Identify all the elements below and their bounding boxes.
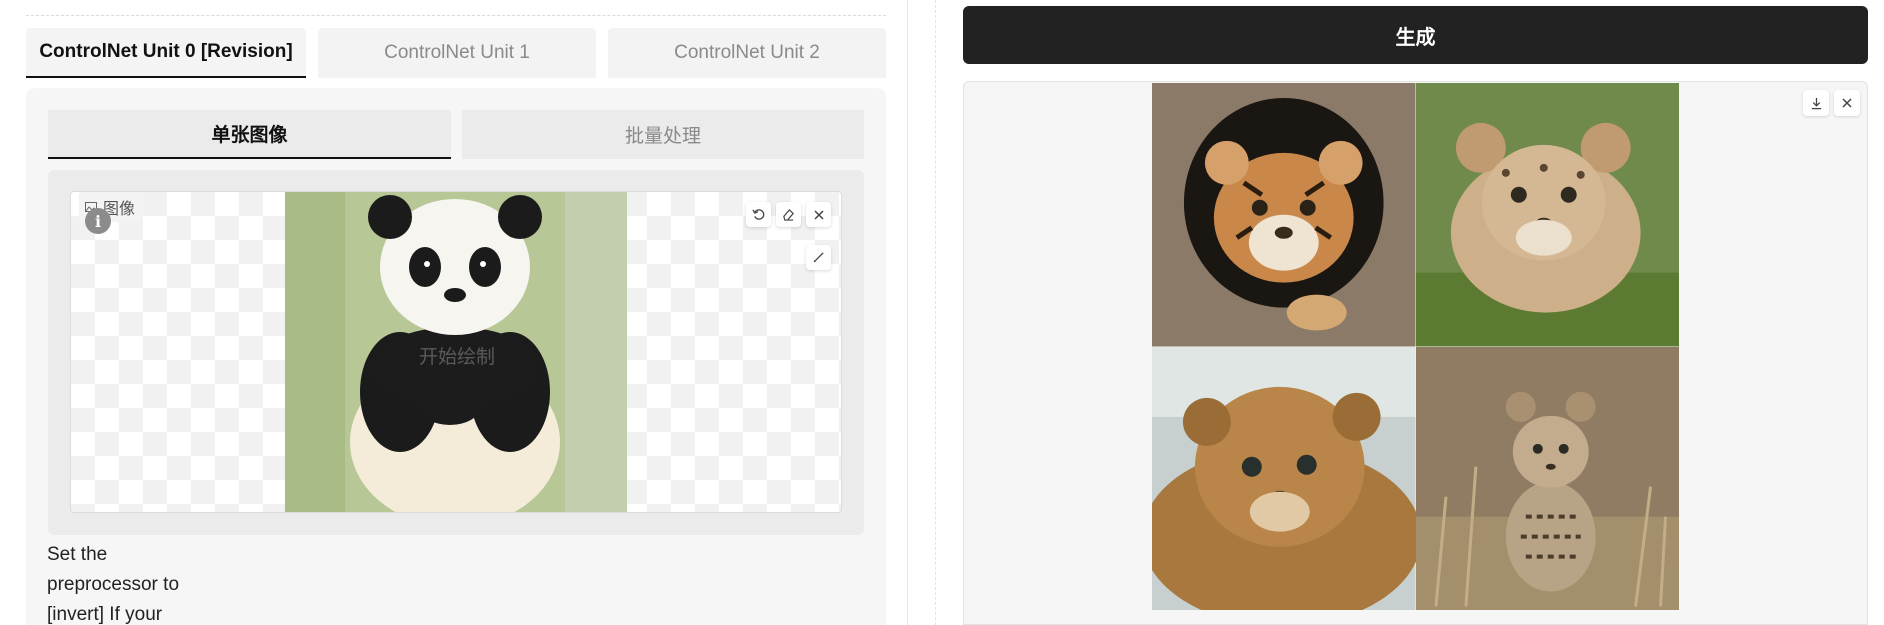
section-divider bbox=[26, 15, 886, 16]
output-image-leopard-cub[interactable] bbox=[1415, 83, 1679, 347]
download-icon[interactable] bbox=[1803, 90, 1829, 116]
image-canvas[interactable]: 图像 i 开始绘制 bbox=[70, 191, 842, 513]
eraser-icon[interactable] bbox=[776, 202, 801, 227]
tab-single-image[interactable]: 单张图像 bbox=[48, 110, 451, 159]
output-image-tiger-cub[interactable] bbox=[1152, 83, 1416, 347]
close-icon[interactable] bbox=[806, 202, 831, 227]
output-image-grid[interactable] bbox=[1152, 83, 1679, 610]
tab-controlnet-unit-0[interactable]: ControlNet Unit 0 [Revision] bbox=[26, 28, 306, 78]
canvas-hint: 开始绘制 bbox=[418, 347, 495, 368]
controlnet-panel: ControlNet Unit 0 [Revision] ControlNet … bbox=[0, 0, 908, 625]
column-divider bbox=[907, 0, 908, 625]
info-icon[interactable]: i bbox=[85, 208, 111, 234]
help-text: Set the preprocessor to [invert] If your bbox=[47, 544, 180, 625]
gallery-close-icon[interactable] bbox=[1834, 90, 1860, 116]
output-image-serval-kitten[interactable] bbox=[1415, 346, 1679, 610]
tab-batch[interactable]: 批量处理 bbox=[462, 110, 864, 159]
column-divider-dashed bbox=[935, 0, 936, 625]
tab-controlnet-unit-1[interactable]: ControlNet Unit 1 bbox=[318, 28, 596, 78]
undo-icon[interactable] bbox=[746, 202, 771, 227]
tab-controlnet-unit-2[interactable]: ControlNet Unit 2 bbox=[608, 28, 886, 78]
generate-button[interactable]: 生成 bbox=[963, 6, 1868, 64]
output-image-lynx-kitten[interactable] bbox=[1152, 346, 1416, 610]
brush-icon[interactable] bbox=[806, 245, 831, 270]
